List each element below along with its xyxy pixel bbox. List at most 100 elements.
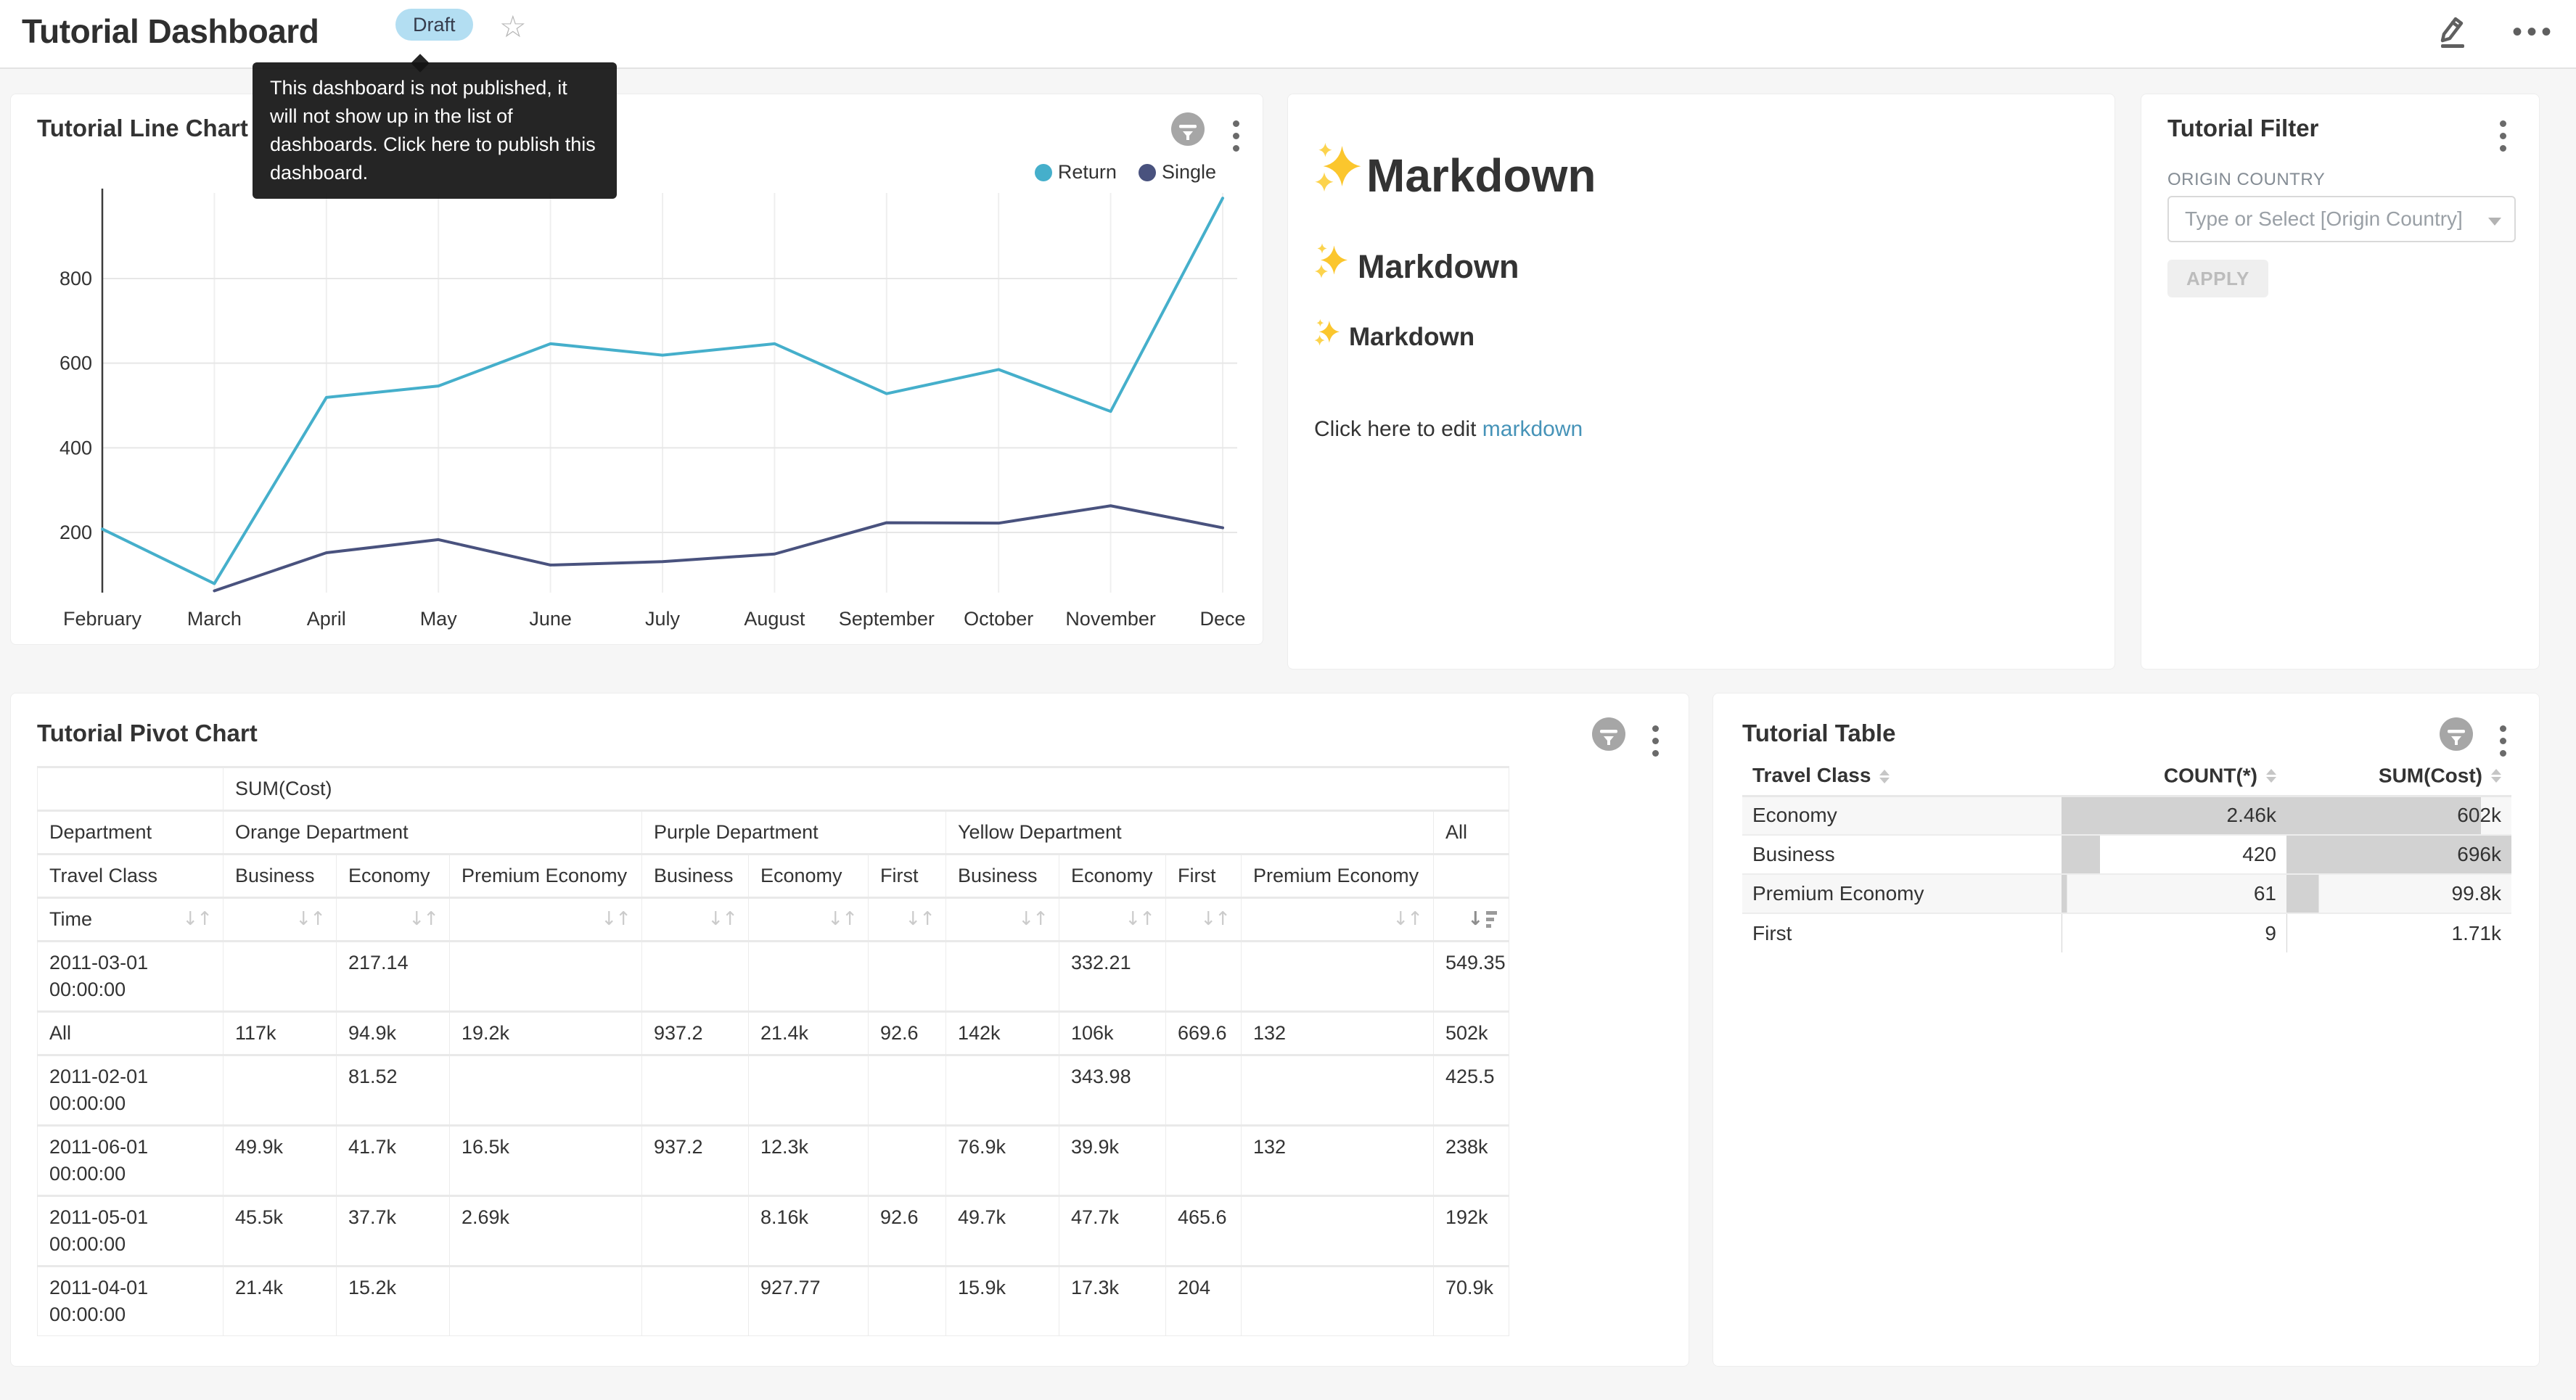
cross-filter-indicator-icon[interactable] — [1591, 717, 1626, 752]
pivot-sort-cell[interactable]: ↓↑ — [642, 898, 749, 942]
pivot-row: Time↓↑↓↑↓↑↓↑↓↑↓↑↓↑↓↑↓↑↓↑↓↑↓ — [38, 898, 1509, 942]
table-chart-kebab-menu-icon[interactable] — [2495, 721, 2511, 761]
sort-icon[interactable]: ↓↑ — [295, 906, 324, 933]
sort-icon[interactable]: ↓↑ — [1200, 906, 1229, 933]
draft-status-badge[interactable]: Draft — [395, 9, 473, 41]
pivot-value-cell: 332.21 — [1059, 942, 1166, 1012]
table-row[interactable]: Premium Economy6199.8k — [1742, 874, 2511, 913]
pivot-value-cell — [1242, 1267, 1434, 1336]
table-row[interactable]: First91.71k — [1742, 913, 2511, 952]
pivot-value-cell — [223, 1055, 337, 1126]
pivot-value-cell — [642, 1196, 749, 1267]
pivot-sort-cell[interactable]: Time↓↑ — [38, 898, 223, 942]
markdown-card[interactable]: Markdown Markdown Markdown Click her — [1287, 94, 2115, 670]
pivot-sort-cell[interactable]: ↓↑ — [1242, 898, 1434, 942]
column-header-count[interactable]: COUNT(*) — [2062, 756, 2286, 796]
filter-card-kebab-menu-icon[interactable] — [2495, 116, 2511, 156]
travel-class-cell: Business — [1742, 835, 2062, 874]
pivot-department-group: Purple Department — [642, 811, 946, 855]
pivot-value-cell — [450, 1267, 642, 1336]
more-options-icon[interactable]: ••• — [2512, 10, 2556, 54]
y-axis-tick: 200 — [60, 522, 92, 543]
markdown-h2: Markdown — [1314, 242, 2088, 292]
favorite-star-icon[interactable]: ☆ — [499, 9, 527, 44]
pivot-value-cell — [869, 1126, 946, 1196]
pivot-value-cell — [869, 1055, 946, 1126]
pivot-row-label: All — [38, 1012, 223, 1055]
pivot-value-cell: 937.2 — [642, 1012, 749, 1055]
pivot-value-cell: 94.9k — [337, 1012, 450, 1055]
sort-icon[interactable]: ↓↑ — [827, 906, 856, 933]
sort-icon[interactable]: ↓↑ — [1018, 906, 1047, 933]
pivot-value-cell — [642, 1267, 749, 1336]
pivot-row: DepartmentOrange DepartmentPurple Depart… — [38, 811, 1509, 855]
pivot-value-cell — [642, 1055, 749, 1126]
sum-cost-cell: 602k — [2286, 796, 2511, 835]
pivot-travel-class-cell — [1434, 855, 1509, 898]
pivot-chart-title: Tutorial Pivot Chart — [37, 720, 258, 747]
page-title: Tutorial Dashboard — [22, 12, 319, 51]
column-header-sum-cost[interactable]: SUM(Cost) — [2286, 756, 2511, 796]
pivot-sort-cell[interactable]: ↓↑ — [337, 898, 450, 942]
sort-descending-icon[interactable]: ↓ — [1467, 906, 1497, 933]
table-row[interactable]: Business420696k — [1742, 835, 2511, 874]
pivot-value-cell — [869, 1267, 946, 1336]
sort-icon[interactable]: ↓↑ — [601, 906, 630, 933]
count-cell: 420 — [2062, 835, 2286, 874]
pivot-value-cell: 106k — [1059, 1012, 1166, 1055]
pivot-department-header: Department — [38, 811, 223, 855]
pivot-department-group: Orange Department — [223, 811, 642, 855]
cross-filter-indicator-icon[interactable] — [2439, 717, 2474, 752]
pivot-value-cell — [1242, 1196, 1434, 1267]
table-chart-title: Tutorial Table — [1742, 720, 1895, 747]
pivot-sort-cell[interactable]: ↓↑ — [946, 898, 1059, 942]
origin-country-select[interactable]: Type or Select [Origin Country] — [2167, 196, 2516, 242]
pivot-row: Travel ClassBusinessEconomyPremium Econo… — [38, 855, 1509, 898]
markdown-h1-text: Markdown — [1366, 149, 1596, 202]
pivot-sort-cell[interactable]: ↓↑ — [1059, 898, 1166, 942]
sort-icon[interactable]: ↓↑ — [1392, 906, 1422, 933]
pivot-value-cell: 41.7k — [337, 1126, 450, 1196]
pivot-travel-class-cell: Premium Economy — [450, 855, 642, 898]
pivot-sort-cell[interactable]: ↓↑ — [869, 898, 946, 942]
markdown-h3-text: Markdown — [1349, 323, 1474, 352]
pivot-value-cell — [1166, 1055, 1242, 1126]
sort-icon[interactable]: ↓↑ — [182, 906, 211, 933]
pivot-sort-cell[interactable]: ↓↑ — [450, 898, 642, 942]
line-chart-plot[interactable]: 200400600800FebruaryMarchAprilMayJuneJul… — [11, 94, 1264, 646]
markdown-h1: Markdown — [1314, 141, 2088, 210]
pivot-department-group: Yellow Department — [946, 811, 1434, 855]
sort-carets-icon — [1879, 770, 1890, 783]
pivot-value-cell — [869, 942, 946, 1012]
pivot-value-cell: 927.77 — [749, 1267, 869, 1336]
column-header-travel-class[interactable]: Travel Class — [1742, 756, 2062, 796]
pivot-sort-cell[interactable]: ↓↑ — [223, 898, 337, 942]
x-axis-label: June — [529, 608, 572, 630]
sort-carets-icon — [2266, 769, 2276, 783]
pivot-value-cell: 117k — [223, 1012, 337, 1055]
sort-icon[interactable]: ↓↑ — [707, 906, 737, 933]
pivot-value-cell: 17.3k — [1059, 1267, 1166, 1336]
pivot-chart-kebab-menu-icon[interactable] — [1648, 721, 1663, 761]
publish-tooltip: This dashboard is not published, it will… — [253, 62, 617, 199]
pivot-value-cell: 937.2 — [642, 1126, 749, 1196]
pivot-row-label: 2011-05-01 00:00:00 — [38, 1196, 223, 1267]
table-row[interactable]: Economy2.46k602k — [1742, 796, 2511, 835]
series-line-single[interactable] — [214, 506, 1223, 590]
pivot-sort-cell[interactable]: ↓↑ — [1166, 898, 1242, 942]
pivot-row: SUM(Cost) — [38, 767, 1509, 811]
travel-class-cell: First — [1742, 913, 2062, 952]
pivot-value-cell: 37.7k — [337, 1196, 450, 1267]
apply-button[interactable]: APPLY — [2167, 260, 2268, 297]
edit-dashboard-icon[interactable] — [2434, 12, 2472, 53]
sort-icon[interactable]: ↓↑ — [1125, 906, 1154, 933]
pivot-department-group: All — [1434, 811, 1509, 855]
pivot-row: 2011-06-01 00:00:0049.9k41.7k16.5k937.21… — [38, 1126, 1509, 1196]
pivot-sort-cell[interactable]: ↓↑ — [749, 898, 869, 942]
markdown-edit-link[interactable]: markdown — [1482, 417, 1583, 441]
pivot-value-cell: 192k — [1434, 1196, 1509, 1267]
sort-icon[interactable]: ↓↑ — [409, 906, 438, 933]
pivot-sort-cell-active[interactable]: ↓ — [1434, 898, 1509, 942]
sort-icon[interactable]: ↓↑ — [905, 906, 934, 933]
pivot-value-cell: 39.9k — [1059, 1126, 1166, 1196]
